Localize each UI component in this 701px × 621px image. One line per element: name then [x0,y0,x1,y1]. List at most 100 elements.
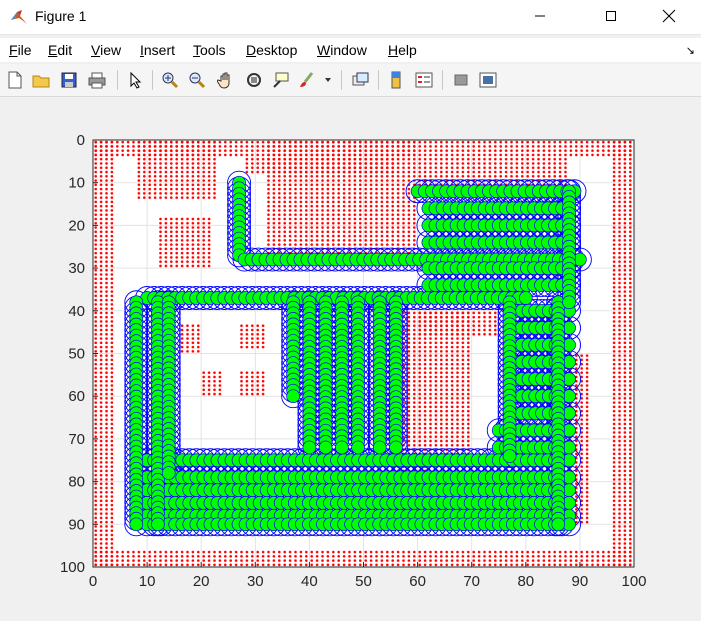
path-point [502,449,517,463]
x-tick-label: 40 [301,573,318,590]
toolbar-separator [341,70,342,90]
link-plot-button[interactable] [349,69,371,91]
toolbar-separator [442,70,443,90]
path-point [286,389,301,404]
y-tick-label: 20 [68,217,85,234]
brush-dropdown[interactable] [322,69,334,91]
y-tick-label: 70 [68,431,85,448]
path-point [151,517,165,532]
toolbar-separator [117,70,118,90]
path-point [302,440,317,455]
pointer-button[interactable] [124,69,146,91]
obstacle-region [179,323,202,354]
show-plot-tools-button[interactable] [477,69,499,91]
open-file-icon [32,75,50,88]
y-tick-label: 40 [68,303,85,320]
save-button[interactable] [58,69,80,91]
close-button[interactable] [646,0,692,32]
menu-view[interactable]: View [91,42,121,58]
menu-desktop[interactable]: Desktop [246,42,297,58]
brush-button[interactable] [296,69,318,91]
obstacle-region [201,370,223,397]
close-icon [662,9,676,23]
rotate-3d-icon [247,73,261,87]
menu-file[interactable]: File [9,42,32,58]
obstacle-region [417,310,499,337]
path-point [551,517,566,532]
path-point [351,440,365,455]
hide-plot-tools-button[interactable] [450,69,472,91]
path-point [161,466,176,480]
dock-arrow-icon[interactable]: ↘ [686,44,695,57]
x-tick-label: 90 [572,573,589,590]
link-plot-icon [352,72,369,86]
print-button[interactable] [86,69,108,91]
x-tick-label: 20 [193,573,210,590]
x-tick-label: 80 [517,573,534,590]
data-cursor-button[interactable] [270,69,292,91]
data-cursor-icon [273,72,289,88]
y-tick-label: 90 [68,516,85,533]
colorbar-button[interactable] [385,69,407,91]
maximize-icon [606,11,616,21]
y-tick-label: 100 [60,559,85,576]
new-figure-icon [8,71,22,89]
path-point [389,440,403,455]
path-point [318,440,333,455]
zoom-out-button[interactable] [186,69,208,91]
x-tick-label: 0 [89,573,97,590]
maximize-button[interactable] [588,0,634,32]
x-tick-label: 100 [621,573,646,590]
window-title: Figure 1 [35,8,87,24]
obstacle-region [157,216,213,269]
menu-help[interactable]: Help [388,42,417,58]
brush-icon [300,72,314,87]
title-bar: Figure 1 [0,0,701,35]
path-point [372,440,387,455]
legend-button[interactable] [413,69,435,91]
obstacle-region [239,370,267,397]
x-tick-label: 10 [139,573,156,590]
path-point [129,517,144,532]
zoom-in-icon [162,72,179,89]
x-tick-label: 30 [247,573,264,590]
x-tick-label: 70 [463,573,480,590]
minimize-button[interactable] [517,0,563,32]
zoom-out-icon [189,72,206,89]
show-plot-tools-icon [479,72,497,88]
y-tick-label: 60 [68,388,85,405]
menu-edit[interactable]: Edit [48,42,72,58]
menu-insert[interactable]: Insert [140,42,175,58]
obstacle-region [244,157,396,175]
menu-bar: File Edit View Insert Tools Desktop Wind… [0,38,701,62]
colorbar-icon [391,71,401,89]
obstacle-region [136,140,218,200]
toolbar-separator [378,70,379,90]
chevron-down-icon [325,78,331,82]
menu-window[interactable]: Window [317,42,367,58]
obstacle-region [612,140,634,567]
menu-tools[interactable]: Tools [193,42,226,58]
open-file-button[interactable] [30,69,52,91]
pointer-icon [130,71,142,89]
new-figure-button[interactable] [4,69,26,91]
zoom-in-button[interactable] [159,69,181,91]
path-point [562,295,576,310]
legend-icon [415,72,433,88]
figure-toolbar [0,64,701,97]
x-tick-label: 60 [409,573,426,590]
minimize-icon [535,15,545,17]
y-tick-label: 80 [68,474,85,491]
toolbar-separator [152,70,153,90]
path-point [518,291,533,305]
pan-button[interactable] [215,69,237,91]
plot-axes[interactable]: 0 0 10 10 20 20 30 30 40 40 50 50 60 60 70 70 80 80 90 90 10… [0,97,701,616]
figure-area: 0 0 10 10 20 20 30 30 40 40 50 50 60 60 70 70 80 80 90 90 10… [0,97,701,616]
rotate-3d-button[interactable] [243,69,265,91]
print-icon [88,72,106,89]
y-tick-label: 30 [68,260,85,277]
save-icon [61,72,77,88]
y-tick-label: 10 [68,175,85,192]
matlab-logo-icon [11,10,27,24]
x-tick-label: 50 [355,573,372,590]
